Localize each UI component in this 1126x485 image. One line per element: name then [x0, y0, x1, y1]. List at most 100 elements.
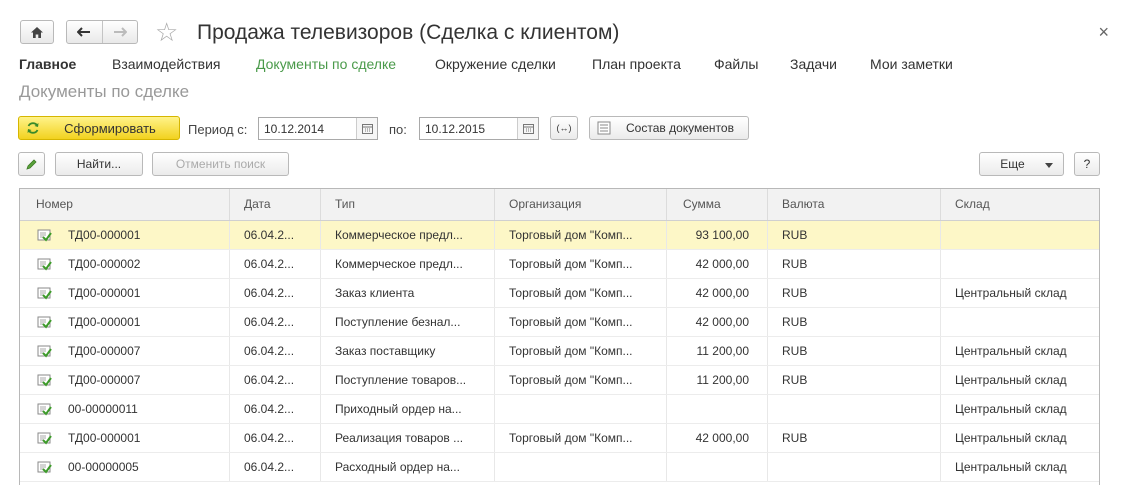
cell-warehouse — [941, 221, 1099, 249]
date-to-value: 10.12.2015 — [425, 122, 486, 136]
calendar-icon[interactable] — [517, 118, 538, 139]
cell-sum: 93 100,00 — [667, 221, 768, 249]
cell-sum: 11 200,00 — [667, 366, 768, 394]
tab-deal-documents[interactable]: Документы по сделке — [256, 56, 435, 76]
cell-document-number: ТД00-000001 — [20, 221, 230, 249]
table-row[interactable]: ТД00-000007 06.04.2... Заказ поставщику Тор… — [20, 337, 1099, 366]
cell-document-date: 06.04.2... — [230, 366, 321, 394]
period-from-label: Период с: — [188, 122, 248, 137]
table-row[interactable]: ТД00-000001 06.04.2... Коммерческое предл.… — [20, 221, 1099, 250]
refresh-icon — [27, 122, 39, 134]
cell-sum: 42 000,00 — [667, 279, 768, 307]
back-button[interactable] — [67, 21, 102, 43]
cell-organization — [495, 453, 667, 481]
cell-currency: RUB — [768, 221, 941, 249]
tab-interactions[interactable]: Взаимодействия — [112, 56, 256, 76]
cell-document-number: ТД00-000001 — [20, 279, 230, 307]
window-title: Продажа телевизоров (Сделка с клиентом) — [197, 21, 620, 44]
table-row[interactable]: ТД00-000001 06.04.2... Заказ клиента Торгов… — [20, 279, 1099, 308]
table-row[interactable]: ТД00-000007 06.04.2... Поступление товаров… — [20, 366, 1099, 395]
cell-sum — [667, 453, 768, 481]
cell-organization: Торговый дом "Комп... — [495, 424, 667, 452]
cell-warehouse: Центральный склад — [955, 344, 1067, 358]
cell-warehouse: Центральный склад — [955, 373, 1067, 387]
table-row[interactable]: 00-00000005 06.04.2... Расходный ордер на.… — [20, 453, 1099, 482]
table-header: Номер Дата Тип Организация Сумма Валюта … — [20, 189, 1099, 221]
cell-organization: Торговый дом "Комп... — [495, 308, 667, 336]
documents-table: Номер Дата Тип Организация Сумма Валюта … — [19, 188, 1100, 485]
date-to-field[interactable]: 10.12.2015 — [419, 117, 539, 140]
home-icon — [31, 26, 43, 38]
period-to-label: по: — [389, 122, 407, 137]
column-header-warehouse[interactable]: Склад — [941, 189, 1099, 220]
table-row[interactable]: ТД00-000001 06.04.2... Реализация товаров … — [20, 424, 1099, 453]
favorite-star-icon[interactable]: ☆ — [155, 18, 178, 46]
generate-button[interactable]: Сформировать — [18, 116, 180, 140]
cell-currency: RUB — [768, 366, 941, 394]
document-composition-button[interactable]: Состав документов — [589, 116, 749, 140]
edit-button[interactable] — [18, 152, 45, 176]
cell-currency — [768, 453, 941, 481]
more-label: Еще — [1000, 157, 1025, 171]
more-button[interactable]: Еще — [979, 152, 1064, 176]
period-select-button[interactable]: (↔) — [550, 116, 578, 140]
home-button[interactable] — [20, 20, 54, 44]
cell-currency — [768, 395, 941, 423]
cell-warehouse — [941, 250, 1099, 278]
tab-files[interactable]: Файлы — [714, 56, 790, 76]
title-bar: ☆ Продажа телевизоров (Сделка с клиентом… — [0, 0, 1126, 52]
cell-document-type: Расходный ордер на... — [321, 453, 495, 481]
edit-pencil-icon — [26, 158, 37, 170]
column-header-number[interactable]: Номер — [20, 189, 230, 220]
cell-document-type: Заказ клиента — [321, 279, 495, 307]
cell-currency: RUB — [768, 337, 941, 365]
column-header-date[interactable]: Дата — [230, 189, 321, 220]
cell-document-type: Поступление безнал... — [321, 308, 495, 336]
cell-organization: Торговый дом "Комп... — [495, 221, 667, 249]
cell-document-date: 06.04.2... — [230, 424, 321, 452]
column-header-currency[interactable]: Валюта — [768, 189, 941, 220]
cell-warehouse: Центральный склад — [955, 402, 1067, 416]
find-button[interactable]: Найти... — [55, 152, 143, 176]
cell-sum: 11 200,00 — [667, 337, 768, 365]
cell-document-type: Реализация товаров ... — [321, 424, 495, 452]
cell-sum: 42 000,00 — [667, 424, 768, 452]
settings-list-icon — [597, 121, 611, 135]
cell-organization: Торговый дом "Комп... — [495, 279, 667, 307]
forward-button[interactable] — [102, 21, 137, 43]
cell-warehouse — [941, 308, 1099, 336]
tab-tasks[interactable]: Задачи — [790, 56, 870, 76]
column-header-organization[interactable]: Организация — [495, 189, 667, 220]
cell-document-date: 06.04.2... — [230, 279, 321, 307]
table-row[interactable]: ТД00-000001 06.04.2... Поступление безнал.… — [20, 308, 1099, 337]
table-row[interactable]: ТД00-000002 06.04.2... Коммерческое предл.… — [20, 250, 1099, 279]
column-header-sum[interactable]: Сумма — [667, 189, 768, 220]
cell-document-number: ТД00-000002 — [20, 250, 230, 278]
cell-document-date: 06.04.2... — [230, 395, 321, 423]
calendar-icon[interactable] — [356, 118, 377, 139]
column-header-type[interactable]: Тип — [321, 189, 495, 220]
cell-document-number: 00-00000011 — [20, 395, 230, 423]
cancel-search-button[interactable]: Отменить поиск — [152, 152, 289, 176]
forward-arrow-icon — [113, 27, 127, 37]
table-row[interactable]: 00-00000011 06.04.2... Приходный ордер на.… — [20, 395, 1099, 424]
date-from-value: 10.12.2014 — [264, 122, 325, 136]
tab-deal-environment[interactable]: Окружение сделки — [435, 56, 592, 76]
cell-warehouse: Центральный склад — [955, 460, 1067, 474]
tab-project-plan[interactable]: План проекта — [592, 56, 714, 76]
help-button[interactable]: ? — [1074, 152, 1100, 176]
tab-main[interactable]: Главное — [19, 56, 112, 76]
cell-organization — [495, 395, 667, 423]
close-icon[interactable]: × — [1098, 22, 1109, 42]
cell-document-number: ТД00-000007 — [20, 366, 230, 394]
cell-organization: Торговый дом "Комп... — [495, 337, 667, 365]
date-from-field[interactable]: 10.12.2014 — [258, 117, 378, 140]
back-forward-group — [66, 20, 138, 44]
cell-document-date: 06.04.2... — [230, 221, 321, 249]
cell-document-number: ТД00-000001 — [20, 308, 230, 336]
cell-currency: RUB — [768, 308, 941, 336]
tab-my-notes[interactable]: Мои заметки — [870, 56, 970, 76]
cell-document-type: Приходный ордер на... — [321, 395, 495, 423]
cell-organization: Торговый дом "Комп... — [495, 366, 667, 394]
cell-document-type: Коммерческое предл... — [321, 221, 495, 249]
